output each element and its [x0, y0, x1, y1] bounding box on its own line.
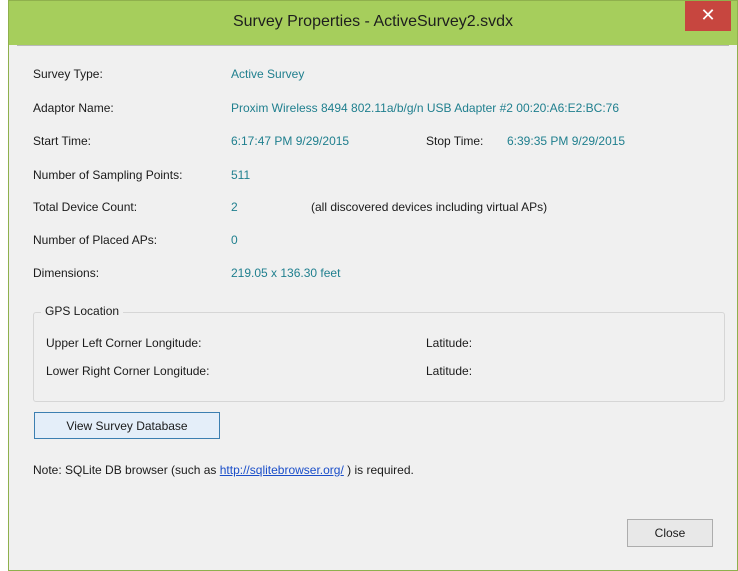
- lower-right-longitude-label: Lower Right Corner Longitude:: [46, 364, 210, 378]
- start-time-label: Start Time:: [33, 134, 92, 148]
- sampling-points-label: Number of Sampling Points:: [33, 168, 183, 182]
- device-count-note: (all discovered devices including virtua…: [311, 200, 548, 214]
- adaptor-name-label: Adaptor Name:: [33, 101, 114, 115]
- sqlite-note: Note: SQLite DB browser (such as http://…: [33, 463, 414, 477]
- placed-aps-value: 0: [231, 233, 238, 247]
- dimensions-value: 219.05 x 136.30 feet: [231, 266, 341, 280]
- survey-type-label: Survey Type:: [33, 67, 103, 81]
- lower-right-latitude-label: Latitude:: [426, 364, 473, 378]
- survey-properties-dialog: Survey Properties - ActiveSurvey2.svdx ✕…: [8, 0, 738, 571]
- dimensions-label: Dimensions:: [33, 266, 100, 280]
- device-count-label: Total Device Count:: [33, 200, 138, 214]
- device-count-value: 2: [231, 200, 238, 214]
- window-title: Survey Properties - ActiveSurvey2.svdx: [232, 13, 514, 30]
- title-bar[interactable]: Survey Properties - ActiveSurvey2.svdx ✕: [9, 1, 737, 45]
- note-suffix: ) is required.: [343, 463, 414, 477]
- adaptor-name-value: Proxim Wireless 8494 802.11a/b/g/n USB A…: [231, 101, 620, 115]
- gps-location-legend: GPS Location: [41, 304, 124, 318]
- sqlitebrowser-link[interactable]: http://sqlitebrowser.org/: [220, 463, 344, 477]
- placed-aps-label: Number of Placed APs:: [33, 233, 158, 247]
- survey-type-value: Active Survey: [231, 67, 305, 81]
- upper-left-latitude-label: Latitude:: [426, 336, 473, 350]
- start-time-value: 6:17:47 PM 9/29/2015: [231, 134, 350, 148]
- stop-time-label: Stop Time:: [426, 134, 484, 148]
- dialog-body: Survey Type: Active Survey Adaptor Name:…: [17, 45, 729, 562]
- sampling-points-value: 511: [231, 168, 251, 182]
- gps-location-group: [33, 312, 725, 402]
- view-survey-database-button[interactable]: View Survey Database: [34, 412, 220, 439]
- note-prefix: Note: SQLite DB browser (such as: [33, 463, 220, 477]
- upper-left-longitude-label: Upper Left Corner Longitude:: [46, 336, 202, 350]
- stop-time-value: 6:39:35 PM 9/29/2015: [507, 134, 626, 148]
- close-window-icon[interactable]: ✕: [685, 1, 731, 31]
- close-button[interactable]: Close: [627, 519, 713, 547]
